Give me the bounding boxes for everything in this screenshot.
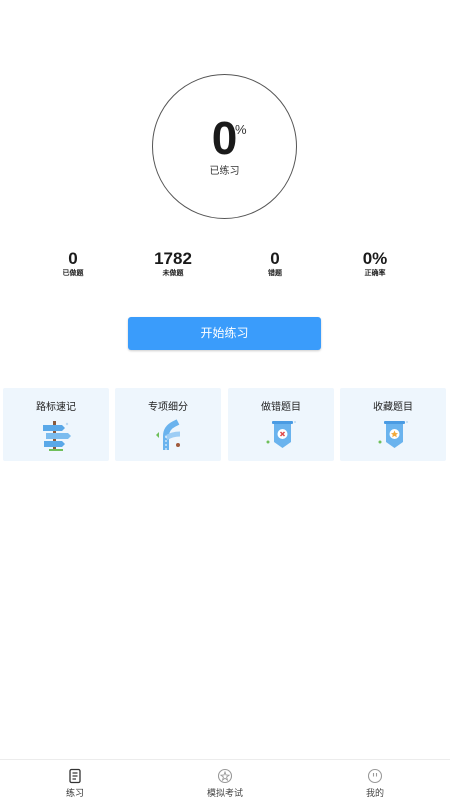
card-title: 路标速记 (36, 402, 76, 413)
tab-mine[interactable]: 我的 (300, 760, 450, 800)
card-title: 做错题目 (261, 402, 301, 413)
stats-row: 0 已做题 1782 未做题 0 错题 0% 正确率 (0, 250, 450, 282)
stat-undone-label: 未做题 (162, 269, 184, 277)
road-junction-icon (156, 419, 181, 450)
card-favorite-questions[interactable]: 收藏题目 (340, 388, 446, 461)
stat-wrong: 0 错题 (230, 250, 320, 278)
tab-mock-exam[interactable]: 模拟考试 (150, 760, 300, 800)
start-practice-button[interactable]: 开始练习 (128, 317, 321, 350)
progress-circle: 0 % 已练习 (152, 74, 297, 219)
profile-icon (367, 768, 383, 784)
stat-wrong-value: 0 (270, 249, 280, 268)
stat-done-value: 0 (68, 249, 78, 268)
category-cards: 路标速记 专项细分 做错题目 收藏题目 (3, 388, 447, 461)
exam-icon (217, 768, 233, 784)
signpost-icon (43, 421, 71, 451)
stat-done-label: 已做题 (62, 269, 84, 277)
card-title: 收藏题目 (373, 402, 413, 413)
tab-mock-exam-label: 模拟考试 (206, 789, 243, 799)
progress-unit: % (235, 122, 247, 137)
stat-done: 0 已做题 (28, 250, 118, 278)
stat-undone: 1782 未做题 (128, 250, 218, 278)
stat-undone-value: 1782 (154, 249, 192, 268)
stat-accuracy: 0% 正确率 (330, 250, 420, 278)
stat-wrong-label: 错题 (268, 269, 282, 277)
card-special-topics[interactable]: 专项细分 (115, 388, 221, 461)
stat-accuracy-value: 0% (362, 249, 388, 268)
progress-value: 0 (211, 112, 238, 164)
card-signpost-memo[interactable]: 路标速记 (3, 388, 109, 461)
bottom-tab-bar: 练习 模拟考试 我的 (0, 759, 450, 800)
document-icon (69, 768, 81, 784)
card-wrong-questions[interactable]: 做错题目 (228, 388, 334, 461)
tab-practice[interactable]: 练习 (0, 760, 150, 800)
tab-mine-label: 我的 (365, 789, 384, 799)
tab-practice-label: 练习 (65, 789, 84, 799)
progress-label: 已练习 (209, 166, 240, 177)
stat-accuracy-label: 正确率 (364, 269, 386, 277)
wrong-badge-icon (266, 421, 296, 448)
card-title: 专项细分 (148, 402, 188, 413)
favorite-badge-icon (378, 421, 408, 448)
